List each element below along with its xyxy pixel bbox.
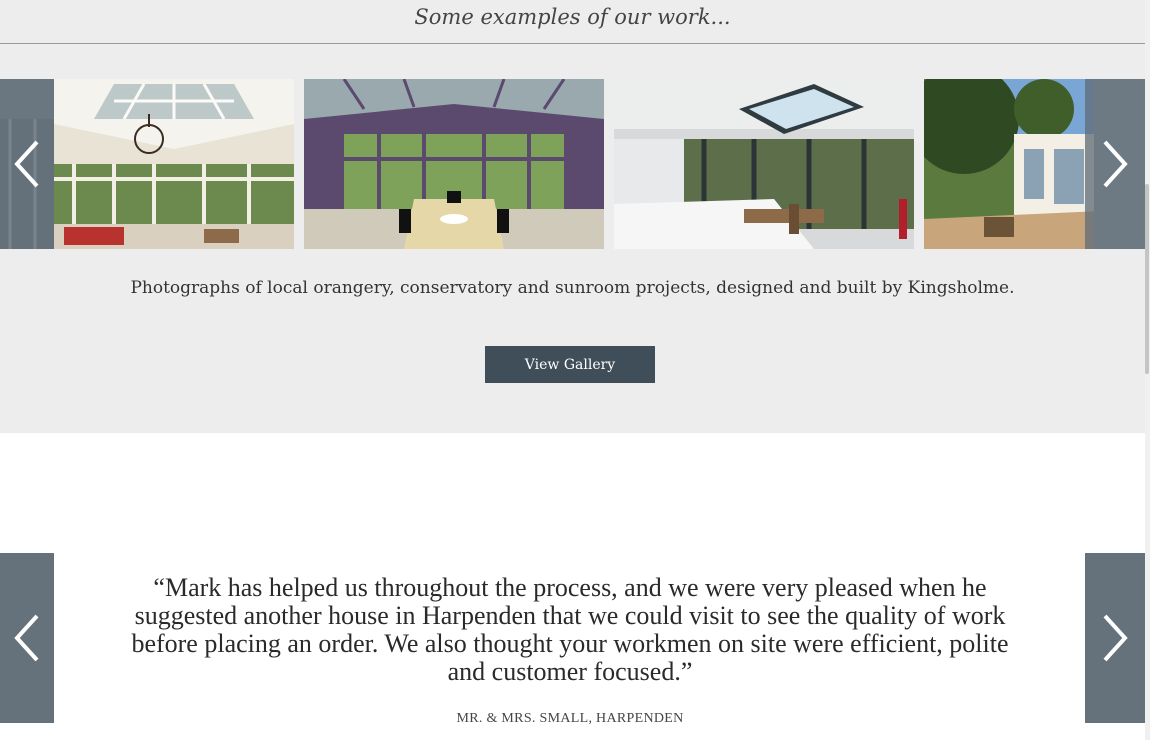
gallery-photo-kitchen-extension[interactable] xyxy=(614,79,914,249)
chevron-right-icon xyxy=(1103,140,1128,188)
testimonial-section: “Mark has helped us throughout the proce… xyxy=(0,433,1145,740)
gallery-heading: Some examples of our work... xyxy=(414,5,731,29)
gallery-next-button[interactable] xyxy=(1085,79,1145,249)
gallery-photo-conservatory[interactable] xyxy=(304,79,604,249)
testimonial-author: MR. & MRS. SMALL, HARPENDEN xyxy=(456,711,684,726)
gallery-photo-orangery[interactable] xyxy=(54,79,294,249)
gallery-carousel xyxy=(0,79,1145,249)
testimonial-prev-button[interactable] xyxy=(0,553,54,723)
chevron-right-icon xyxy=(1103,614,1128,662)
testimonial-quote: “Mark has helped us throughout the proce… xyxy=(131,573,1009,686)
scrollbar-thumb[interactable] xyxy=(1145,184,1149,374)
testimonial-next-button[interactable] xyxy=(1085,553,1145,723)
gallery-section: Some examples of our work... Photographs… xyxy=(0,0,1145,433)
chevron-left-icon xyxy=(14,140,39,188)
gallery-prev-button[interactable] xyxy=(0,79,54,249)
heading-divider xyxy=(0,43,1145,44)
view-gallery-button[interactable]: View Gallery xyxy=(485,346,655,383)
gallery-caption: Photographs of local orangery, conservat… xyxy=(130,278,1015,298)
chevron-left-icon xyxy=(14,614,39,662)
